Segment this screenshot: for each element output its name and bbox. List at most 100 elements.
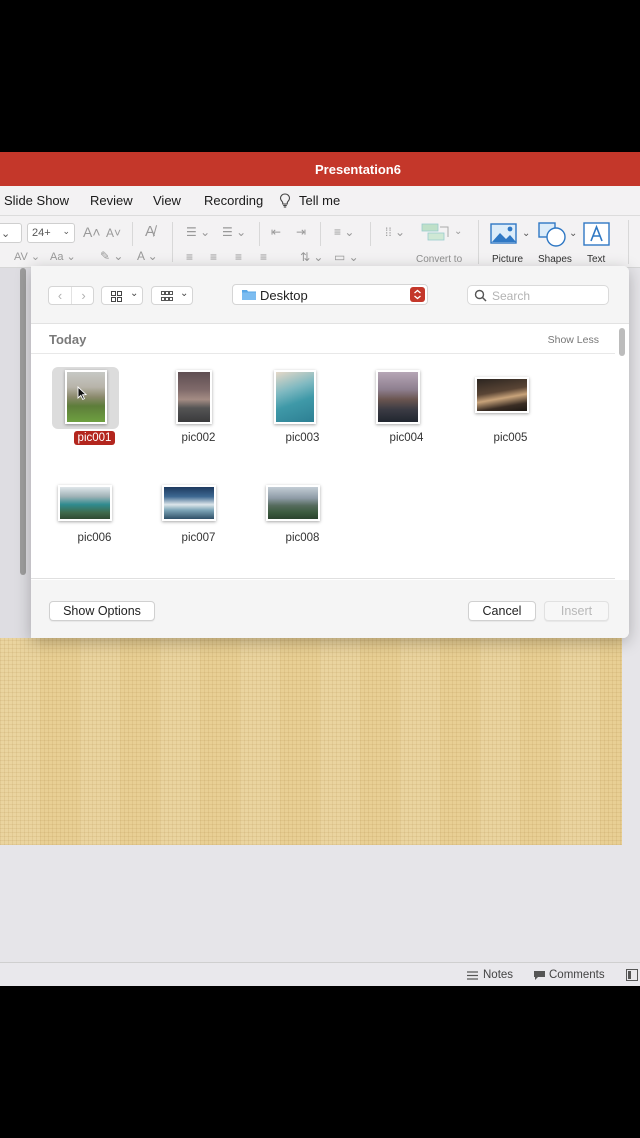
decrease-indent-icon[interactable]: ⇤ — [271, 225, 281, 239]
picture-label[interactable]: Picture — [492, 254, 523, 265]
ribbon-home: ⌄ 24+ ⌄ A˄ A˅ A̸ AV ⌄ Aa ⌄ ✎ ⌄ A ⌄ ☰ ⌄ ☰… — [0, 216, 640, 268]
file-label: pic007 — [181, 532, 216, 544]
grid-view-icon — [111, 291, 122, 302]
char-spacing-icon[interactable]: AV ⌄ — [14, 250, 40, 263]
divider — [478, 220, 479, 264]
thumbnails-scrollbar[interactable] — [20, 268, 26, 575]
numbering-icon[interactable]: ☰ ⌄ — [222, 225, 246, 239]
file-label: pic001 — [40, 431, 149, 445]
chevron-down-icon[interactable]: ⌄ — [522, 228, 530, 239]
mouse-pointer-icon — [77, 386, 87, 400]
divider — [628, 220, 629, 264]
align-text-icon[interactable]: ▭ ⌄ — [334, 250, 359, 264]
dialog-toolbar: ‹ › ⌄ ⌄ Desktop Search — [31, 266, 629, 324]
folder-icon — [242, 290, 256, 300]
text-direction-icon[interactable]: ⇅ ⌄ — [300, 250, 323, 264]
search-icon — [474, 289, 487, 302]
columns-icon[interactable]: ⁞⁞ ⌄ — [385, 225, 405, 239]
file-item-pic003[interactable]: pic003 — [248, 364, 328, 460]
tab-recording[interactable]: Recording — [204, 193, 263, 208]
image-thumbnail — [274, 370, 316, 424]
file-label: pic008 — [285, 532, 320, 544]
bullets-icon[interactable]: ☰ ⌄ — [186, 225, 210, 239]
notes-icon — [467, 971, 478, 980]
shapes-icon[interactable] — [537, 221, 569, 249]
file-item-pic007[interactable]: pic007 — [144, 472, 224, 568]
comments-button[interactable]: Comments — [549, 969, 605, 981]
text-box-icon[interactable] — [582, 221, 612, 247]
divider — [31, 578, 615, 579]
convert-smartart-label[interactable]: Convert to — [416, 254, 462, 265]
align-left-icon[interactable]: ≡ — [186, 250, 193, 264]
icon-view-button[interactable]: ⌄ — [101, 286, 143, 305]
lightbulb-icon — [279, 193, 291, 208]
file-browser-scrollbar[interactable] — [619, 328, 625, 356]
file-item-pic002[interactable]: pic002 — [144, 364, 224, 460]
search-field[interactable] — [467, 285, 609, 305]
file-item-pic006[interactable]: pic006 — [40, 472, 120, 568]
chevron-down-icon[interactable]: ⌄ — [454, 226, 462, 237]
line-spacing-icon[interactable]: ≡ ⌄ — [334, 225, 354, 239]
normal-view-icon[interactable] — [626, 969, 638, 981]
font-name-dropdown[interactable]: ⌄ — [0, 223, 22, 243]
file-item-pic005[interactable]: pic005 — [456, 364, 536, 460]
divider — [172, 222, 173, 262]
text-label[interactable]: Text — [587, 254, 605, 265]
tab-review[interactable]: Review — [90, 193, 133, 208]
group-view-button[interactable]: ⌄ — [151, 286, 193, 305]
back-icon[interactable]: ‹ — [49, 287, 72, 304]
section-title: Today — [49, 332, 87, 347]
smartart-icon[interactable] — [420, 222, 452, 244]
file-item-pic001[interactable]: pic001 — [40, 364, 120, 460]
file-label: pic004 — [389, 432, 424, 444]
image-thumbnail — [266, 485, 320, 521]
clear-format-icon[interactable]: A̸ — [145, 223, 155, 240]
tell-me-search[interactable]: Tell me — [299, 193, 340, 208]
insert-picture-dialog: ‹ › ⌄ ⌄ Desktop Search Today Show Less p… — [31, 266, 629, 638]
dialog-footer: Show Options Cancel Insert — [31, 580, 629, 638]
tab-slide-show[interactable]: Slide Show — [4, 193, 69, 208]
divider — [370, 222, 371, 246]
change-case-icon[interactable]: Aa ⌄ — [50, 250, 76, 263]
forward-icon[interactable]: › — [72, 287, 95, 304]
increase-indent-icon[interactable]: ⇥ — [296, 225, 306, 239]
updown-chevron-icon — [410, 287, 425, 302]
image-thumbnail — [376, 370, 420, 424]
chevron-down-icon[interactable]: ⌄ — [569, 228, 577, 239]
font-color-icon[interactable]: A ⌄ — [137, 249, 158, 263]
image-thumbnail — [475, 377, 529, 413]
group-icon — [161, 291, 173, 301]
show-options-button[interactable]: Show Options — [49, 601, 155, 621]
location-label: Desktop — [260, 288, 308, 303]
image-thumbnail — [162, 485, 216, 521]
title-bar: Presentation6 — [0, 152, 640, 186]
file-item-pic004[interactable]: pic004 — [352, 364, 432, 460]
shapes-label[interactable]: Shapes — [538, 254, 572, 265]
divider — [132, 222, 133, 246]
letterbox-bottom — [0, 986, 640, 1138]
section-header: Today Show Less — [31, 324, 615, 354]
font-size-dropdown[interactable]: 24+ ⌄ — [27, 223, 75, 243]
highlight-icon[interactable]: ✎ ⌄ — [100, 249, 123, 263]
chevron-down-icon: ⌄ — [180, 288, 189, 299]
image-thumbnail — [176, 370, 212, 424]
show-less-link[interactable]: Show Less — [548, 334, 599, 346]
letterbox-top — [0, 0, 640, 152]
file-item-pic008[interactable]: pic008 — [248, 472, 328, 568]
shrink-font-icon[interactable]: A˅ — [106, 226, 121, 240]
align-right-icon[interactable]: ≡ — [235, 250, 242, 264]
notes-button[interactable]: Notes — [483, 969, 513, 981]
tab-view[interactable]: View — [153, 193, 181, 208]
cancel-button[interactable]: Cancel — [468, 601, 536, 621]
insert-button[interactable]: Insert — [544, 601, 609, 621]
comments-icon — [534, 971, 545, 980]
search-input[interactable] — [492, 288, 604, 303]
grow-font-icon[interactable]: A˄ — [83, 224, 101, 240]
picture-icon[interactable] — [489, 221, 519, 247]
justify-icon[interactable]: ≡ — [260, 250, 267, 264]
align-center-icon[interactable]: ≡ — [210, 250, 217, 264]
slide-canvas[interactable] — [0, 638, 622, 845]
location-dropdown[interactable]: Desktop — [232, 284, 428, 305]
divider — [259, 222, 260, 246]
chevron-down-icon: ⌄ — [62, 226, 70, 236]
